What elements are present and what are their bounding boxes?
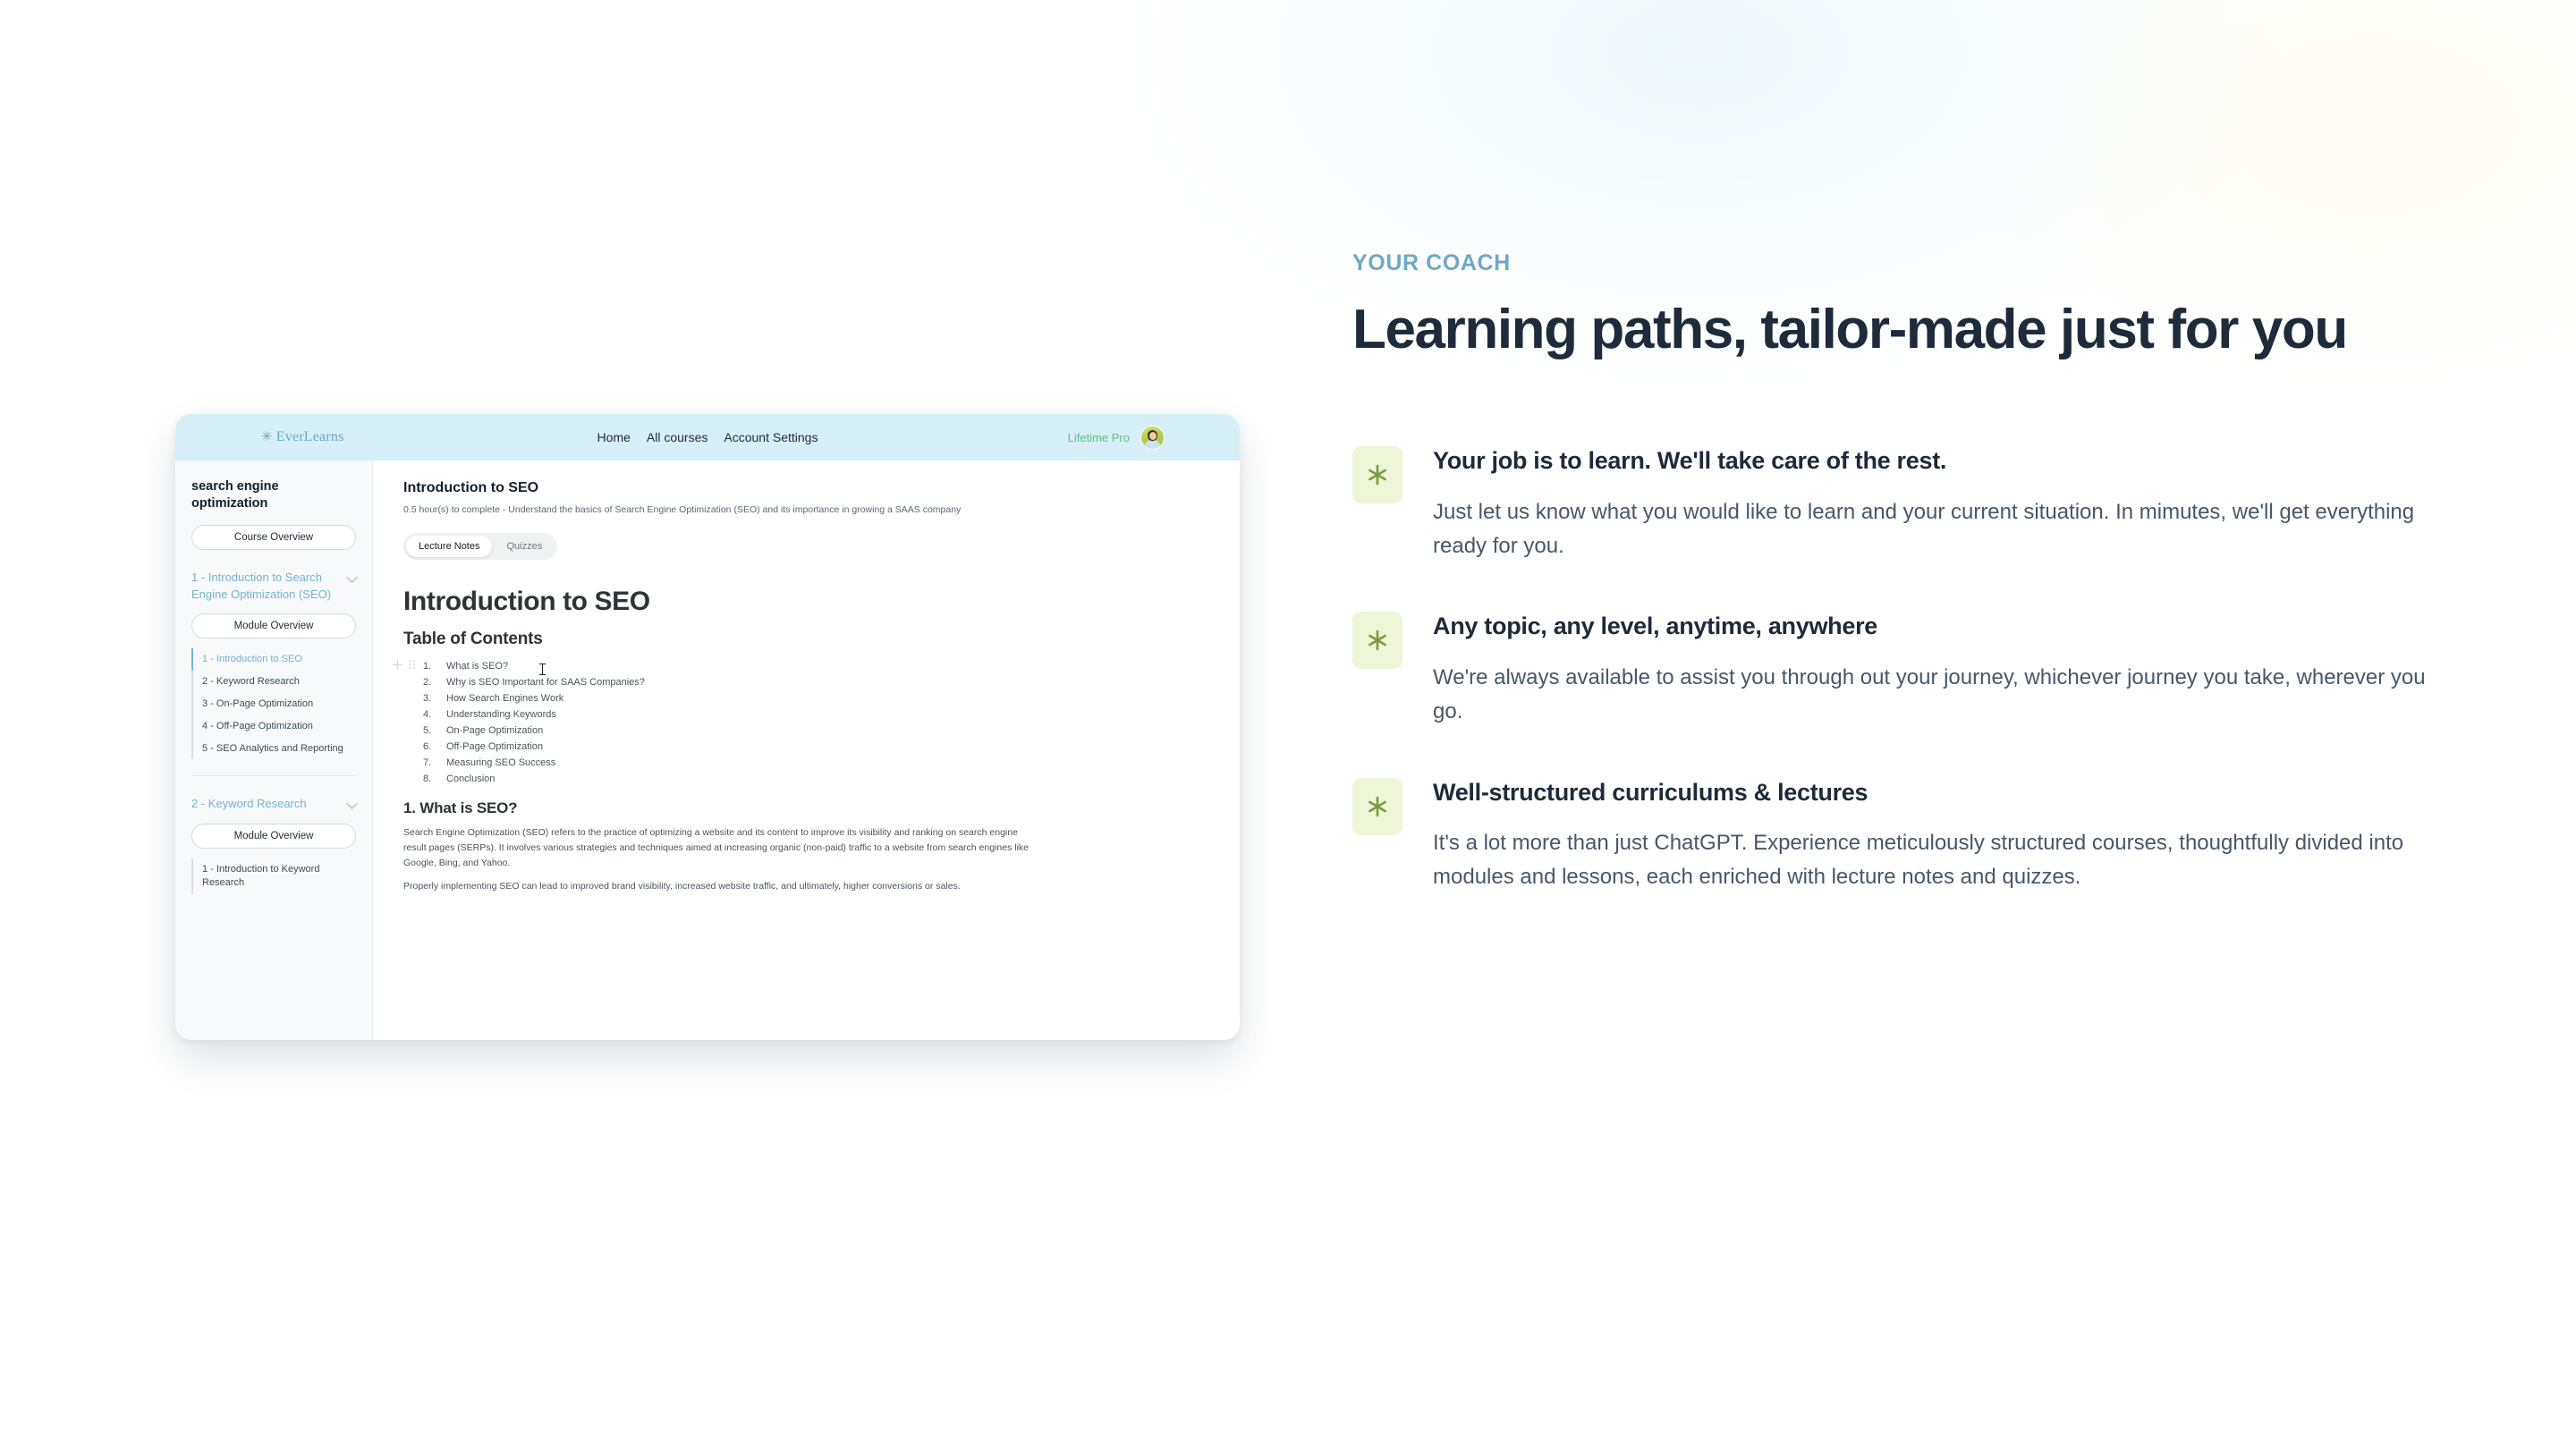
module-block: 2 - Keyword Research Module Overview 1 -…: [191, 796, 358, 894]
feature-title: Any topic, any level, anytime, anywhere: [1433, 613, 1877, 640]
toc-number: 5.: [423, 724, 432, 736]
brand-logo[interactable]: ✳ EverLearns: [261, 429, 344, 445]
toc-label: On-Page Optimization: [446, 724, 544, 736]
sidebar-lesson-item[interactable]: 1 - Introduction to Keyword Research: [191, 858, 356, 894]
topbar-right-group: Lifetime Pro: [1067, 425, 1165, 450]
toc-number: 3.: [423, 692, 432, 704]
asterisk-icon: [1352, 446, 1402, 504]
drag-handle-icon[interactable]: [409, 660, 416, 670]
toc-number: 1.: [423, 660, 432, 672]
sidebar-lesson-item[interactable]: 3 - On-Page Optimization: [191, 692, 356, 715]
feature-title: Well-structured curriculums & lectures: [1433, 778, 1868, 806]
nav-item-all-courses[interactable]: All courses: [647, 430, 708, 444]
avatar-face: [1148, 432, 1157, 441]
lecture-document: Introduction to SEO Table of Contents 1.…: [393, 587, 1209, 894]
module-overview-button[interactable]: Module Overview: [191, 823, 356, 849]
nav-item-account-settings[interactable]: Account Settings: [724, 430, 818, 444]
avatar-body: [1144, 439, 1161, 449]
feature-item: Your job is to learn. We'll take care of…: [1352, 446, 2470, 563]
feature-description: Just let us know what you would like to …: [1433, 499, 2415, 558]
course-overview-button[interactable]: Course Overview: [191, 525, 356, 551]
feature-text: Your job is to learn. We'll take care of…: [1433, 446, 2470, 563]
module-header[interactable]: 1 - Introduction to Search Engine Optimi…: [191, 570, 358, 603]
feature-title: Your job is to learn. We'll take care of…: [1433, 447, 1947, 475]
feature-text: Any topic, any level, anytime, anywhere …: [1433, 612, 2470, 729]
list-item[interactable]: 8. Conclusion: [423, 771, 1209, 787]
section-paragraph: Properly implementing SEO can lead to im…: [403, 881, 961, 892]
module-block: 1 - Introduction to Search Engine Optimi…: [191, 570, 358, 777]
list-item[interactable]: 5. On-Page Optimization: [423, 723, 1209, 739]
page-title: Introduction to SEO: [403, 480, 539, 495]
toc-number: 4.: [423, 708, 432, 720]
list-item[interactable]: 4. Understanding Keywords: [423, 706, 1209, 723]
module-overview-button[interactable]: Module Overview: [191, 613, 356, 639]
app-window: ✳ EverLearns Home All courses Account Se…: [175, 414, 1240, 1040]
lesson-main: Introduction to SEO 0.5 hour(s) to compl…: [373, 461, 1240, 1040]
toc-label: Conclusion: [446, 773, 496, 784]
toc-label: Why is SEO Important for SAAS Companies?: [446, 676, 645, 688]
sidebar-lesson-item[interactable]: 1 - Introduction to SEO: [191, 648, 356, 671]
tab-lecture-notes[interactable]: Lecture Notes: [406, 536, 493, 557]
asterisk-icon: [1352, 777, 1402, 835]
toc-heading: Table of Contents: [403, 630, 543, 648]
module-header[interactable]: 2 - Keyword Research: [191, 796, 358, 812]
toc-label: Off-Page Optimization: [446, 740, 544, 752]
module-title: 1 - Introduction to Search Engine Optimi…: [191, 571, 332, 601]
list-item[interactable]: 7. Measuring SEO Success: [423, 755, 1209, 771]
course-sidebar: search engine optimization Course Overvi…: [175, 461, 373, 1040]
sidebar-lesson-item[interactable]: 4 - Off-Page Optimization: [191, 714, 356, 738]
list-item[interactable]: 2. Why is SEO Important for SAAS Compani…: [423, 674, 1209, 690]
plus-icon[interactable]: [393, 660, 402, 670]
table-of-contents: 1. What is SEO? 2. Why is SEO Important …: [393, 658, 1209, 787]
promo-section: YOUR COACH Learning paths, tailor-made j…: [1352, 250, 2470, 895]
avatar[interactable]: [1140, 425, 1165, 450]
asterisk-icon: ✳: [261, 429, 273, 444]
app-screenshot-mockup: ✳ EverLearns Home All courses Account Se…: [175, 414, 1240, 1040]
lesson-meta: 0.5 hour(s) to complete - Understand the…: [403, 504, 962, 515]
plan-badge: Lifetime Pro: [1067, 430, 1130, 444]
chevron-down-icon[interactable]: [346, 571, 358, 584]
toc-number: 7.: [423, 757, 432, 768]
block-gutter-controls: [393, 660, 416, 670]
app-topbar: ✳ EverLearns Home All courses Account Se…: [175, 414, 1240, 461]
section-heading: 1. What is SEO?: [403, 799, 518, 816]
toc-label: How Search Engines Work: [446, 692, 564, 704]
toc-number: 8.: [423, 773, 432, 784]
section-paragraph: Search Engine Optimization (SEO) refers …: [403, 827, 1029, 868]
promo-eyebrow: YOUR COACH: [1352, 250, 1511, 275]
content-tabs: Lecture Notes Quizzes: [403, 533, 558, 560]
module-title: 2 - Keyword Research: [191, 797, 307, 811]
feature-item: Any topic, any level, anytime, anywhere …: [1352, 612, 2470, 729]
sidebar-lesson-item[interactable]: 5 - SEO Analytics and Reporting: [191, 737, 356, 760]
toc-label: Understanding Keywords: [446, 708, 556, 720]
list-item[interactable]: 6. Off-Page Optimization: [423, 739, 1209, 755]
nav-item-home[interactable]: Home: [597, 430, 631, 444]
lesson-list: 1 - Introduction to SEO 2 - Keyword Rese…: [191, 648, 356, 760]
feature-list: Your job is to learn. We'll take care of…: [1352, 446, 2470, 895]
feature-description: We're always available to assist you thr…: [1433, 664, 2426, 724]
feature-text: Well-structured curriculums & lectures I…: [1433, 778, 2470, 895]
top-navigation: Home All courses Account Settings: [597, 430, 818, 444]
lesson-list: 1 - Introduction to Keyword Research: [191, 858, 356, 894]
feature-description: It's a lot more than just ChatGPT. Exper…: [1433, 830, 2404, 890]
sidebar-lesson-item[interactable]: 2 - Keyword Research: [191, 671, 356, 693]
chevron-down-icon[interactable]: [346, 798, 358, 810]
text-cursor-icon: [539, 664, 546, 676]
toc-label: What is SEO?: [446, 660, 509, 672]
document-title: Introduction to SEO: [403, 587, 650, 616]
toc-number: 6.: [423, 740, 432, 752]
promo-heading: Learning paths, tailor-made just for you: [1352, 299, 2348, 360]
feature-item: Well-structured curriculums & lectures I…: [1352, 777, 2470, 895]
sidebar-divider: [191, 775, 356, 777]
toc-label: Measuring SEO Success: [446, 757, 556, 768]
app-body: search engine optimization Course Overvi…: [175, 461, 1240, 1040]
asterisk-icon: [1352, 612, 1402, 670]
brand-name: EverLearns: [275, 429, 344, 444]
toc-number: 2.: [423, 676, 432, 688]
course-title: search engine optimization: [191, 479, 279, 511]
list-item[interactable]: 3. How Search Engines Work: [423, 690, 1209, 706]
tab-quizzes[interactable]: Quizzes: [494, 536, 555, 557]
